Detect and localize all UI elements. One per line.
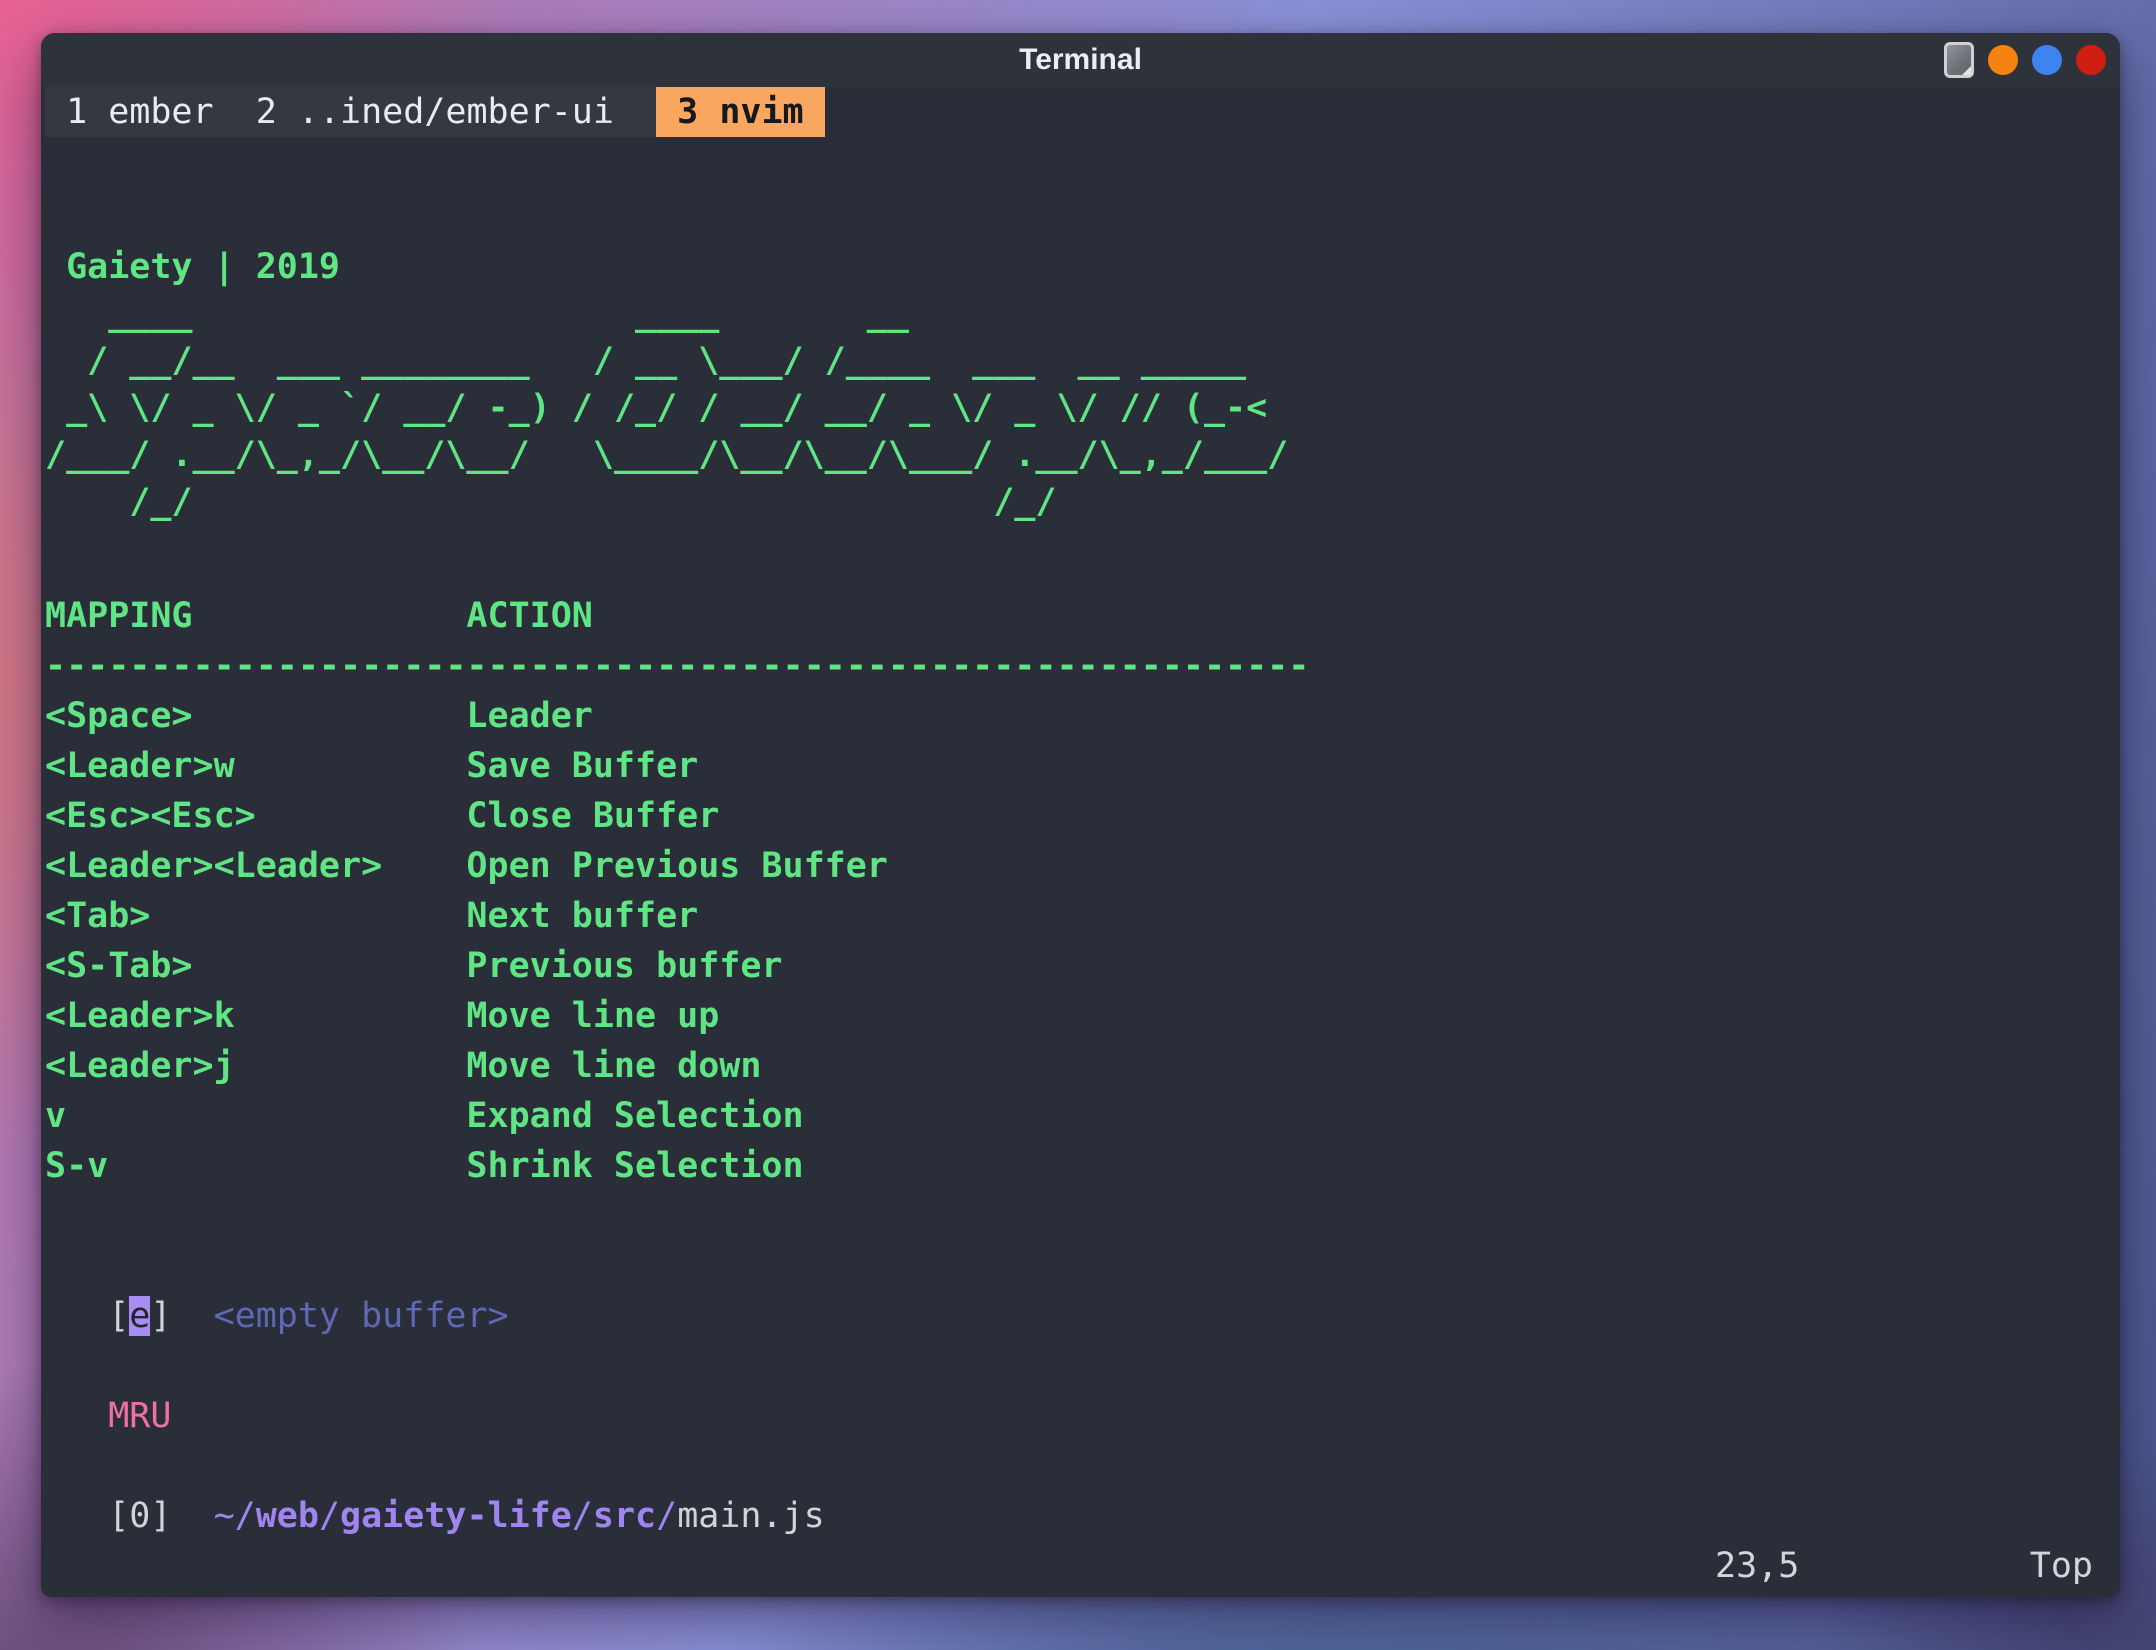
action-cell: Move line up (466, 996, 719, 1036)
ascii-art: ____ ____ __ / __/__ ___ ________ / __ \… (45, 294, 1288, 522)
path-segment-file: main.js (677, 1496, 825, 1536)
path-segment-dir: web (256, 1496, 319, 1536)
vim-statusline: 23,5 Top (1715, 1541, 2120, 1591)
mapping-row: <Space>Leader (45, 691, 2120, 741)
mapping-cell: v (45, 1091, 466, 1141)
tab-separator (214, 87, 256, 137)
scroll-position: Top (2030, 1541, 2093, 1591)
mapping-cell: <Space> (45, 691, 466, 741)
window-title: Terminal (41, 33, 2120, 87)
mapping-row: <Esc><Esc>Close Buffer (45, 791, 2120, 841)
mru-entry[interactable]: [0]~/web/gaiety-life/src/main.js (41, 1491, 2120, 1541)
mapping-row: <S-Tab>Previous buffer (45, 941, 2120, 991)
mapping-cell: <Leader>k (45, 991, 466, 1041)
mapping-cell: <Tab> (45, 891, 466, 941)
action-cell: Open Previous Buffer (466, 846, 887, 886)
empty-buffer-entry[interactable]: [e] <empty buffer> (41, 1291, 2120, 1341)
action-cell: Close Buffer (466, 796, 719, 836)
cursor-block: e (129, 1296, 150, 1336)
path-segment-sep: ~/ (214, 1496, 256, 1536)
mapping-cell: S-v (45, 1141, 466, 1191)
bracket-close: ] (150, 1296, 171, 1336)
blank-line (41, 1441, 2120, 1491)
startify-lists: [e]<empty buffer> MRU [0]~/web/gaiety-li… (41, 1291, 2120, 1541)
mapping-header: MAPPING (45, 591, 466, 641)
tab-ember[interactable]: 1 ember (66, 87, 214, 137)
mapping-row: <Leader>jMove line down (45, 1041, 2120, 1091)
mapping-row: vExpand Selection (45, 1091, 2120, 1141)
mapping-rows: <Space>Leader<Leader>wSave Buffer<Esc><E… (45, 691, 2120, 1191)
app-icon[interactable] (1944, 42, 1974, 78)
startify-banner: Gaiety | 2019 ____ ____ __ / __/__ ___ _… (41, 244, 2120, 526)
action-cell: Shrink Selection (466, 1146, 803, 1186)
path-segment-dir: gaiety-life (340, 1496, 572, 1536)
action-cell: Save Buffer (466, 746, 698, 786)
path-segment-sep: / (572, 1496, 593, 1536)
mru-entry-path: ~/web/gaiety-life/src/main.js (214, 1496, 825, 1536)
table-divider: ----------------------------------------… (45, 641, 2120, 691)
empty-buffer-label: <empty buffer> (214, 1296, 509, 1336)
path-segment-dir: src (593, 1496, 656, 1536)
mapping-row: <Tab>Next buffer (45, 891, 2120, 941)
mapping-table: MAPPINGACTION --------------------------… (41, 591, 2120, 1191)
mapping-cell: <Esc><Esc> (45, 791, 466, 841)
mapping-cell: <Leader><Leader> (45, 841, 466, 891)
mapping-row: <Leader>wSave Buffer (45, 741, 2120, 791)
path-segment-sep: / (656, 1496, 677, 1536)
tmux-status-bar: 1 ember 2 ..ined/ember-ui 3 nvim (41, 87, 2120, 137)
banner-title: Gaiety | 2019 (45, 247, 340, 287)
minimize-button[interactable] (1988, 45, 2018, 75)
mapping-cell: <Leader>w (45, 741, 466, 791)
action-cell: Previous buffer (466, 946, 782, 986)
mapping-cell: <S-Tab> (45, 941, 466, 991)
action-cell: Move line down (466, 1046, 761, 1086)
desktop-wallpaper: Terminal 1 ember 2 ..ined/ember-ui 3 nvim… (0, 0, 2156, 1650)
terminal-content[interactable]: Gaiety | 2019 ____ ____ __ / __/__ ___ _… (41, 244, 2120, 1541)
maximize-button[interactable] (2032, 45, 2062, 75)
bracket-open: [ (108, 1296, 129, 1336)
action-cell: Leader (466, 696, 592, 736)
tab-nvim-active[interactable]: 3 nvim (656, 87, 825, 137)
action-cell: Expand Selection (466, 1096, 803, 1136)
cursor-position: 23,5 (1715, 1546, 1799, 1586)
mapping-row: S-vShrink Selection (45, 1141, 2120, 1191)
mru-entry-index: [0] (108, 1496, 171, 1536)
action-header: ACTION (466, 596, 592, 636)
blank-line (41, 1341, 2120, 1391)
window-controls (1944, 33, 2106, 87)
mapping-cell: <Leader>j (45, 1041, 466, 1091)
tab-ember-ui[interactable]: 2 ..ined/ember-ui (256, 87, 614, 137)
mru-section-label: MRU (41, 1391, 2120, 1441)
mapping-row: <Leader>kMove line up (45, 991, 2120, 1041)
titlebar[interactable]: Terminal (41, 33, 2120, 87)
mapping-row: <Leader><Leader>Open Previous Buffer (45, 841, 2120, 891)
close-button[interactable] (2076, 45, 2106, 75)
mapping-table-header: MAPPINGACTION (45, 591, 2120, 641)
action-cell: Next buffer (466, 896, 698, 936)
terminal-window: Terminal 1 ember 2 ..ined/ember-ui 3 nvim… (41, 33, 2120, 1597)
path-segment-sep: / (319, 1496, 340, 1536)
divider-line: ----------------------------------------… (45, 646, 1309, 686)
